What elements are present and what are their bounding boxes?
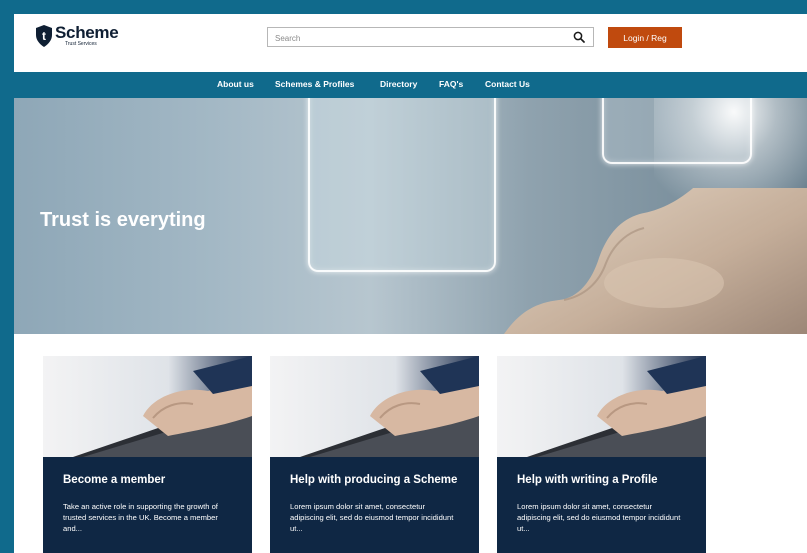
main-nav: About us Schemes & Profiles Directory FA… — [14, 72, 807, 98]
logo-subtitle: Trust Services — [65, 41, 97, 47]
search-input[interactable] — [268, 29, 558, 48]
card-title: Help with writing a Profile — [517, 474, 658, 486]
card-image-laptop — [497, 356, 706, 457]
search-icon[interactable] — [573, 31, 585, 43]
card-body: Help with producing a Scheme Lorem ipsum… — [270, 457, 479, 553]
hero-banner: Trust is everyting — [14, 98, 807, 334]
site-header: t Scheme Trust Services Login / Reg — [14, 14, 807, 68]
svg-text:t: t — [42, 29, 46, 43]
nav-item-faqs[interactable]: FAQ's — [439, 79, 463, 89]
card-become-member[interactable]: Become a member Take an active role in s… — [43, 356, 252, 553]
card-image-laptop — [270, 356, 479, 457]
hero-hand-image — [504, 188, 807, 334]
logo-name: Scheme — [55, 23, 119, 42]
card-body: Help with writing a Profile Lorem ipsum … — [497, 457, 706, 553]
nav-item-contact-us[interactable]: Contact Us — [485, 79, 530, 89]
hero-glass-tile — [308, 98, 496, 272]
nav-item-directory[interactable]: Directory — [380, 79, 417, 89]
card-producing-scheme[interactable]: Help with producing a Scheme Lorem ipsum… — [270, 356, 479, 553]
card-image-laptop — [43, 356, 252, 457]
hero-title: Trust is everyting — [40, 209, 206, 231]
card-body: Become a member Take an active role in s… — [43, 457, 252, 553]
card-text: Lorem ipsum dolor sit amet, consectetur … — [517, 502, 681, 533]
search-box — [267, 27, 594, 48]
page: t Scheme Trust Services Login / Reg Abou… — [14, 14, 807, 553]
site-logo[interactable]: t Scheme Trust Services — [35, 23, 119, 54]
login-register-button[interactable]: Login / Reg — [608, 27, 682, 48]
card-title: Become a member — [63, 474, 166, 486]
shield-logo-icon: t — [36, 25, 52, 47]
nav-item-about-us[interactable]: About us — [217, 79, 254, 89]
card-writing-profile[interactable]: Help with writing a Profile Lorem ipsum … — [497, 356, 706, 553]
card-title: Help with producing a Scheme — [290, 474, 458, 486]
card-text: Lorem ipsum dolor sit amet, consectetur … — [290, 502, 454, 533]
nav-item-schemes-profiles[interactable]: Schemes & Profiles — [275, 79, 354, 89]
card-text: Take an active role in supporting the gr… — [63, 502, 218, 533]
